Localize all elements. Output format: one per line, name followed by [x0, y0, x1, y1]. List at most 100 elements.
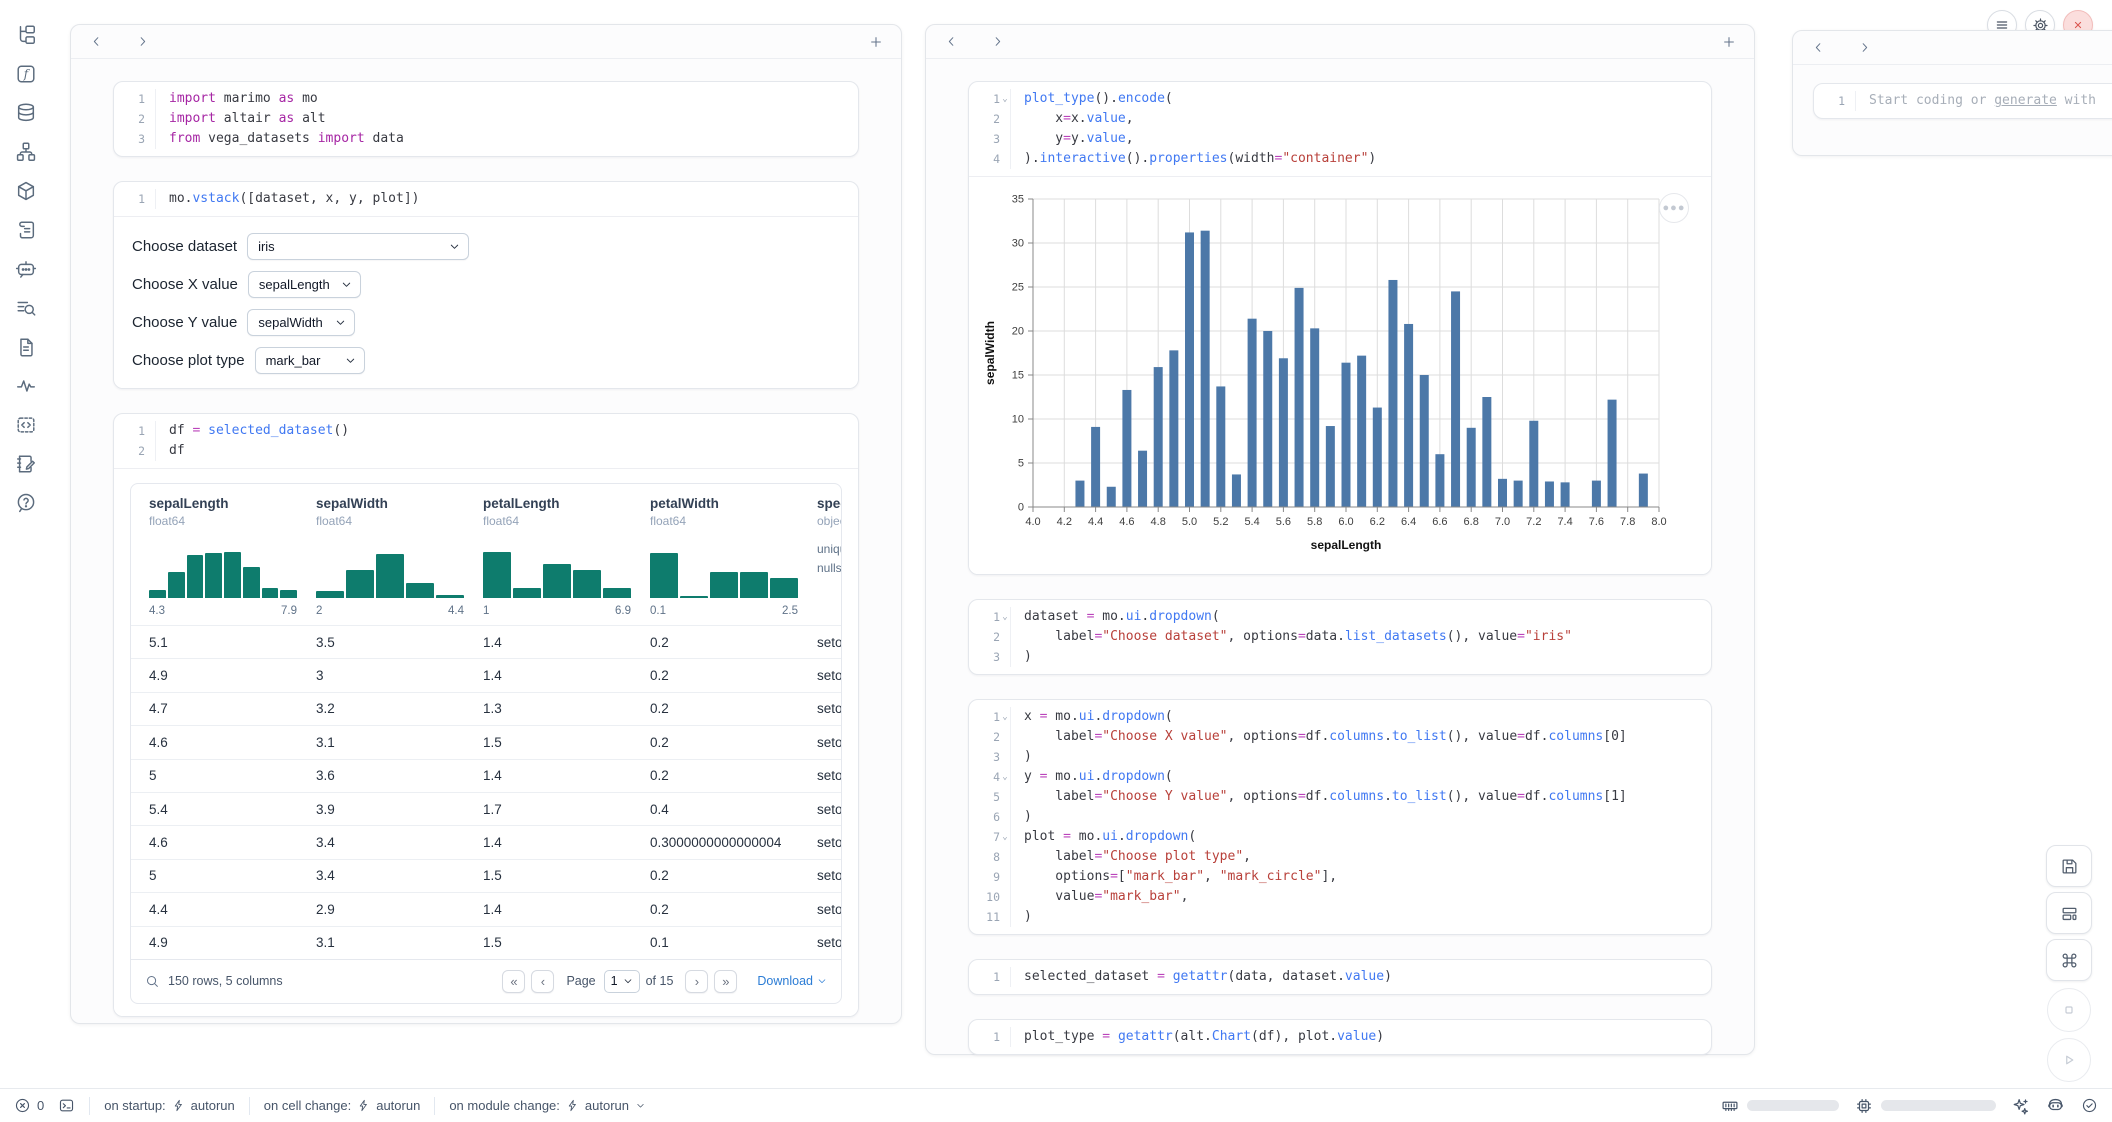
- page-select[interactable]: 1: [604, 970, 640, 993]
- code-placeholder[interactable]: Start coding or generate with: [1856, 91, 2104, 111]
- code-line: 5 label="Choose Y value", options=df.col…: [969, 787, 1711, 807]
- run-button[interactable]: [2047, 1038, 2091, 1082]
- first-page-button[interactable]: «: [502, 970, 525, 993]
- table-row[interactable]: 5.13.51.40.2setos: [131, 625, 841, 658]
- column-header[interactable]: petalLengthfloat6416.9: [465, 496, 632, 617]
- next-page-button[interactable]: ›: [685, 970, 708, 993]
- ai-assist-button[interactable]: [2012, 1097, 2030, 1115]
- code-editor[interactable]: 1import marimo as mo2import altair as al…: [114, 82, 858, 156]
- table-row[interactable]: 5.43.91.70.4setos: [131, 792, 841, 825]
- table-row[interactable]: 4.63.41.40.3000000000000004setos: [131, 825, 841, 858]
- collapse-left-button[interactable]: [1809, 39, 1827, 57]
- cell-empty[interactable]: 1 Start coding or generate with: [1813, 83, 2112, 119]
- chevron-down-icon: [635, 1100, 646, 1111]
- table-row[interactable]: 4.93.11.50.1setos: [131, 926, 841, 959]
- code-line: 3): [969, 647, 1711, 667]
- add-cell-button[interactable]: [867, 33, 885, 51]
- chevron-down-icon: [623, 976, 633, 986]
- svg-text:15: 15: [1012, 370, 1024, 382]
- svg-text:5.0: 5.0: [1182, 516, 1197, 528]
- database-icon[interactable]: [13, 100, 39, 126]
- help-icon[interactable]: [13, 490, 39, 516]
- code-editor[interactable]: 1⌄x = mo.ui.dropdown(2 label="Choose X v…: [969, 700, 1711, 934]
- code-editor[interactable]: 1df = selected_dataset()2df: [114, 414, 858, 468]
- code-editor[interactable]: 1⌄plot_type().encode(2 x=x.value,3 y=y.v…: [969, 82, 1711, 176]
- column-3-header: [1793, 31, 2112, 65]
- connection-status-button[interactable]: [2081, 1097, 2098, 1114]
- column-header[interactable]: sepalLengthfloat644.37.9: [131, 496, 298, 617]
- runtime-config-1[interactable]: on startup:autorun: [104, 1098, 235, 1113]
- svg-text:7.4: 7.4: [1557, 516, 1572, 528]
- layout-button[interactable]: [2046, 892, 2092, 934]
- notebook-edit-icon[interactable]: [13, 451, 39, 477]
- runtime-config-3[interactable]: on module change:autorun: [449, 1098, 646, 1113]
- file-tree-icon[interactable]: [13, 22, 39, 48]
- code-brackets-icon[interactable]: [13, 412, 39, 438]
- code-editor[interactable]: 1plot_type = getattr(alt.Chart(df), plot…: [969, 1020, 1711, 1054]
- code-line: 4).interactive().properties(width="conta…: [969, 149, 1711, 169]
- ram-meter: [1747, 1100, 1839, 1111]
- cpu-usage[interactable]: [1855, 1097, 1996, 1115]
- table-row[interactable]: 4.931.40.2setos: [131, 658, 841, 691]
- control-row: Choose X valuesepalLength: [132, 271, 840, 298]
- copilot-button[interactable]: [2046, 1096, 2065, 1115]
- collapse-left-button[interactable]: [87, 33, 105, 51]
- table-row[interactable]: 4.42.91.40.2setos: [131, 892, 841, 925]
- prev-page-button[interactable]: ‹: [531, 970, 554, 993]
- dropdown-label: Choose Y value: [132, 314, 237, 331]
- code-line: 7⌄plot = mo.ui.dropdown(: [969, 827, 1711, 847]
- svg-text:30: 30: [1012, 238, 1024, 250]
- svg-text:7.8: 7.8: [1620, 516, 1635, 528]
- runtime-config-2[interactable]: on cell change:autorun: [264, 1098, 421, 1113]
- table-row[interactable]: 4.63.11.50.2setos: [131, 725, 841, 758]
- code-editor[interactable]: 1selected_dataset = getattr(data, datase…: [969, 960, 1711, 994]
- add-cell-button[interactable]: [1720, 33, 1738, 51]
- errors-indicator[interactable]: 0: [14, 1097, 44, 1114]
- svg-text:5.2: 5.2: [1213, 516, 1228, 528]
- list-search-icon[interactable]: [13, 295, 39, 321]
- expand-right-button[interactable]: [133, 33, 151, 51]
- download-button[interactable]: Download: [757, 974, 827, 988]
- table-row[interactable]: 4.73.21.30.2setos: [131, 692, 841, 725]
- altair-chart[interactable]: 4.04.24.44.64.85.05.25.45.65.86.06.26.46…: [981, 187, 1705, 564]
- code-editor[interactable]: 1mo.vstack([dataset, x, y, plot]): [114, 182, 858, 216]
- dependency-graph-icon[interactable]: [13, 139, 39, 165]
- column-header[interactable]: speciobjecuniqunulls:: [799, 496, 841, 617]
- document-icon[interactable]: [13, 334, 39, 360]
- dropdown-choose-plot-type[interactable]: mark_bar: [255, 347, 365, 374]
- column-header[interactable]: petalWidthfloat640.12.5: [632, 496, 799, 617]
- svg-text:4.8: 4.8: [1151, 516, 1166, 528]
- function-icon[interactable]: f: [13, 61, 39, 87]
- collapse-left-button[interactable]: [942, 33, 960, 51]
- code-line: 2df: [114, 441, 858, 461]
- pulse-icon[interactable]: [13, 373, 39, 399]
- table-row[interactable]: 53.41.50.2setos: [131, 859, 841, 892]
- svg-text:4.4: 4.4: [1088, 516, 1103, 528]
- column-header[interactable]: sepalWidthfloat6424.4: [298, 496, 465, 617]
- scroll-icon[interactable]: [13, 217, 39, 243]
- svg-text:6.2: 6.2: [1370, 516, 1385, 528]
- dropdown-choose-y-value[interactable]: sepalWidth: [247, 309, 355, 336]
- chart-menu-button[interactable]: ●●●: [1659, 193, 1689, 223]
- svg-text:6.4: 6.4: [1401, 516, 1416, 528]
- dropdown-choose-dataset[interactable]: iris: [247, 233, 469, 260]
- save-button[interactable]: [2046, 845, 2092, 887]
- chat-bot-icon[interactable]: [13, 256, 39, 282]
- memory-usage[interactable]: [1721, 1097, 1839, 1115]
- cell-xy-plot-dropdowns: 1⌄x = mo.ui.dropdown(2 label="Choose X v…: [968, 699, 1712, 935]
- expand-right-button[interactable]: [988, 33, 1006, 51]
- keyboard-shortcuts-button[interactable]: [2046, 939, 2092, 981]
- generate-link[interactable]: generate: [1994, 93, 2057, 108]
- code-editor[interactable]: 1⌄dataset = mo.ui.dropdown(2 label="Choo…: [969, 600, 1711, 674]
- table-row[interactable]: 53.61.40.2setos: [131, 759, 841, 792]
- search-icon[interactable]: [145, 974, 160, 989]
- copilot-icon: [2046, 1096, 2065, 1115]
- expand-right-button[interactable]: [1855, 39, 1873, 57]
- package-cube-icon[interactable]: [13, 178, 39, 204]
- terminal-button[interactable]: [58, 1097, 75, 1114]
- dropdown-choose-x-value[interactable]: sepalLength: [248, 271, 361, 298]
- code-line: 2 label="Choose X value", options=df.col…: [969, 727, 1711, 747]
- stop-button[interactable]: [2047, 988, 2091, 1032]
- check-circle-icon: [2081, 1097, 2098, 1114]
- last-page-button[interactable]: »: [714, 970, 737, 993]
